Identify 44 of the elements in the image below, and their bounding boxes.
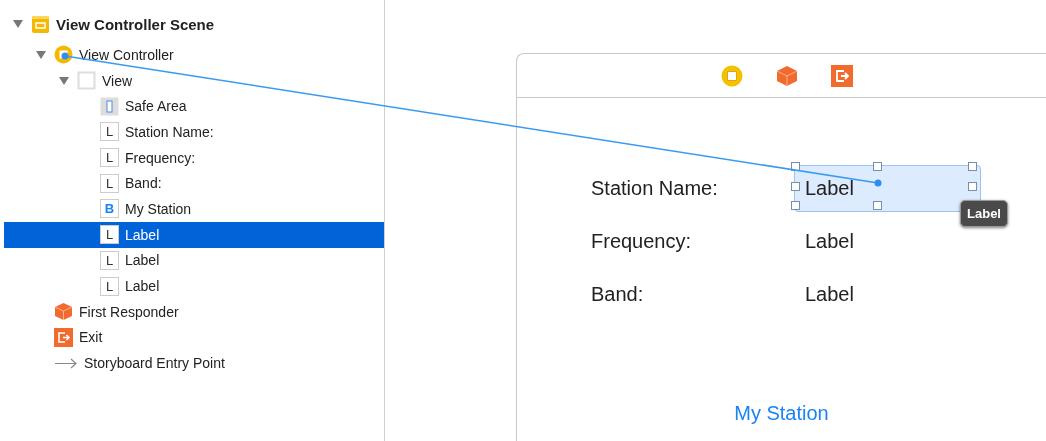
outline-item[interactable]: L Label <box>4 247 384 274</box>
resize-handle[interactable] <box>968 162 977 171</box>
resize-handle[interactable] <box>791 162 800 171</box>
outline-item[interactable]: View Controller Scene <box>4 10 384 38</box>
label-icon: L <box>100 225 119 245</box>
safe-area-icon <box>100 96 119 116</box>
outline-item[interactable]: B My Station <box>4 196 384 222</box>
label-icon: L <box>100 148 119 168</box>
tooltip: Label <box>960 200 1008 227</box>
resize-handle[interactable] <box>873 162 882 171</box>
outline-item[interactable]: L Frequency: <box>4 144 384 171</box>
my-station-button[interactable]: My Station <box>734 402 829 425</box>
field-label: Station Name: <box>591 177 719 200</box>
label-icon: L <box>100 173 119 193</box>
field-label: Band: <box>591 283 645 306</box>
outline-item[interactable]: First Responder <box>4 298 384 325</box>
outline-item[interactable]: L Label <box>4 221 384 248</box>
value-label[interactable]: Label <box>794 271 981 318</box>
outline-item[interactable]: Storyboard Entry Point <box>4 350 384 376</box>
exit-icon <box>54 327 73 347</box>
outline-item[interactable]: L Station Name: <box>4 119 384 145</box>
resize-handle[interactable] <box>791 201 800 210</box>
disclosure-triangle-icon[interactable] <box>59 76 69 85</box>
outline-item[interactable]: Exit <box>4 324 384 351</box>
outline-item[interactable]: L Band: <box>4 170 384 197</box>
outline-item[interactable]: Safe Area <box>4 93 384 120</box>
outline-item[interactable]: L Label <box>4 273 384 299</box>
outline-item[interactable]: View <box>4 67 384 94</box>
cube-icon <box>54 302 73 322</box>
scene-icon <box>31 14 50 34</box>
label-icon: L <box>100 122 119 142</box>
controller-icon[interactable] <box>720 64 743 87</box>
view-icon <box>77 71 96 91</box>
resize-handle[interactable] <box>968 182 977 191</box>
disclosure-triangle-icon[interactable] <box>36 50 46 59</box>
field-label: Frequency: <box>591 230 693 253</box>
disclosure-triangle-icon[interactable] <box>13 20 23 28</box>
button-icon: B <box>100 199 119 219</box>
exit-icon[interactable] <box>830 64 853 87</box>
resize-handle[interactable] <box>873 201 882 210</box>
cube-icon[interactable] <box>775 64 798 87</box>
label-icon: L <box>100 250 119 270</box>
resize-handle[interactable] <box>791 182 800 191</box>
label-icon: L <box>100 276 119 296</box>
